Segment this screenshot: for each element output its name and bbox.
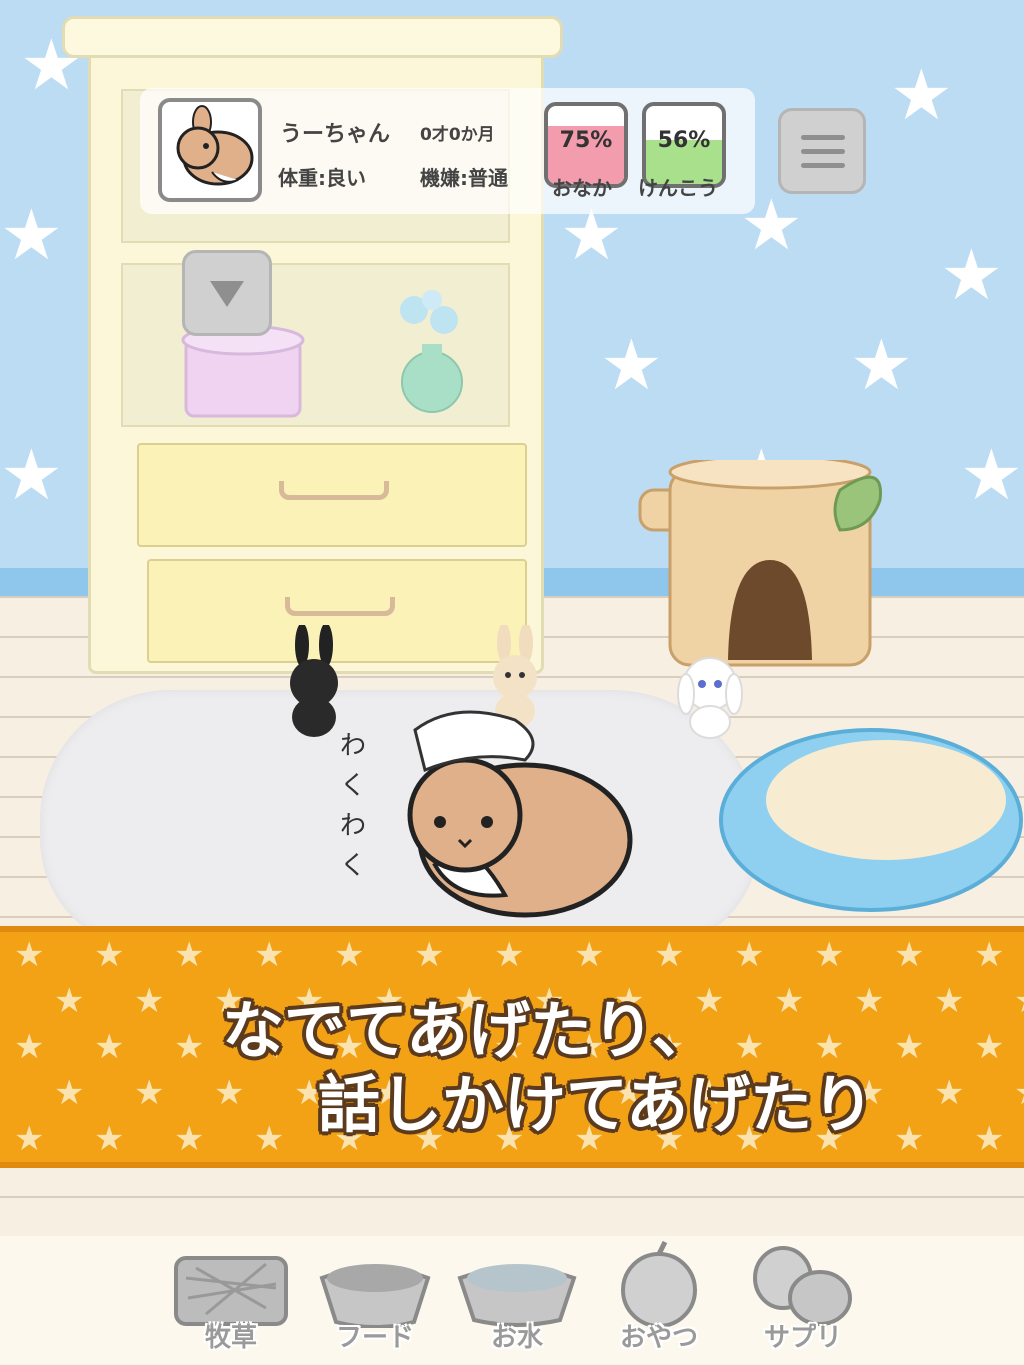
pet-bed[interactable]	[716, 710, 1024, 920]
health-percent: 56%	[657, 128, 711, 153]
scroll-down-button[interactable]	[182, 250, 272, 336]
banner-star: ★	[94, 1027, 125, 1067]
star-decoration: ★	[960, 434, 1023, 516]
banner-star: ★	[934, 1073, 965, 1113]
hay-icon	[174, 1256, 288, 1326]
pet-weight: 体重:良い	[278, 166, 366, 190]
banner-star: ★	[974, 935, 1005, 975]
banner-star: ★	[214, 1073, 245, 1113]
banner-star: ★	[894, 1119, 925, 1159]
banner-star: ★	[14, 1027, 45, 1067]
banner-star: ★	[134, 981, 165, 1021]
tool-treat-label: おやつ	[619, 1323, 698, 1353]
health-label: けんこう	[638, 176, 718, 200]
banner-star: ★	[974, 1119, 1005, 1159]
triangle-down-icon	[210, 281, 244, 307]
banner-star: ★	[54, 1073, 85, 1113]
tool-hay-label: 牧草	[204, 1323, 257, 1353]
banner-star: ★	[174, 1119, 205, 1159]
banner-star: ★	[854, 981, 885, 1021]
banner-star: ★	[254, 935, 285, 975]
banner-star: ★	[254, 1119, 285, 1159]
rabbit-portrait-icon	[176, 105, 254, 186]
white-bunny-plush[interactable]	[672, 650, 748, 740]
black-bunny-plush[interactable]	[280, 625, 350, 740]
drawer-handle	[279, 481, 389, 500]
menu-button[interactable]	[778, 108, 866, 194]
hunger-percent: 75%	[559, 128, 613, 153]
stump-house[interactable]	[630, 460, 890, 675]
tool-treat[interactable]: おやつ	[594, 1238, 724, 1358]
banner-star: ★	[174, 935, 205, 975]
tool-food[interactable]: フード	[310, 1238, 440, 1358]
water-bowl-icon	[457, 1264, 577, 1327]
tool-food-label: フード	[335, 1323, 414, 1353]
banner-star: ★	[14, 935, 45, 975]
shelf-top-board	[62, 16, 563, 58]
speech-text: わくわく	[339, 731, 366, 881]
banner-star: ★	[1014, 984, 1024, 1018]
star-decoration: ★	[850, 324, 913, 406]
banner-star: ★	[934, 981, 965, 1021]
main-rabbit[interactable]	[395, 690, 635, 925]
banner-star: ★	[14, 1119, 45, 1159]
banner-star: ★	[54, 981, 85, 1021]
food-bowl-icon	[319, 1264, 431, 1329]
pet-name: うーちゃん	[280, 122, 391, 147]
star-decoration: ★	[0, 194, 63, 276]
hunger-label: おなか	[552, 176, 612, 200]
tool-water-label: お水	[490, 1323, 543, 1353]
banner-star: ★	[334, 935, 365, 975]
flower-vase	[400, 290, 463, 413]
star-decoration: ★	[600, 324, 663, 406]
banner-star: ★	[94, 1119, 125, 1159]
banner-line-2: 話しかけてあげたり	[318, 1068, 875, 1141]
promo-banner: ★ ★ ★ ★ ★ ★ ★ ★ ★ ★ ★ ★ ★ ★ ★ ★ ★ ★ ★ ★ ★ ★ ★ ★ ★ ★ ★ ★ ★ ★ ★ ★ ★ ★ ★ ★ ★ ★ ★ ★…	[0, 926, 1024, 1168]
star-decoration: ★	[940, 234, 1003, 316]
banner-star: ★	[574, 935, 605, 975]
banner-star: ★	[134, 1073, 165, 1113]
banner-star: ★	[414, 935, 445, 975]
tool-supplement-label: サプリ	[763, 1323, 842, 1353]
supplement-icon	[753, 1246, 852, 1326]
banner-star: ★	[814, 935, 845, 975]
banner-star: ★	[974, 1027, 1005, 1067]
pet-mood: 機嫌:普通	[420, 166, 508, 190]
banner-star: ★	[494, 935, 525, 975]
tool-supplement[interactable]: サプリ	[738, 1238, 868, 1358]
tool-hay[interactable]: 牧草	[166, 1238, 296, 1358]
banner-star: ★	[1014, 1076, 1024, 1110]
drawer-handle	[285, 597, 395, 616]
star-decoration: ★	[0, 434, 63, 516]
pet-avatar[interactable]	[158, 98, 262, 202]
banner-star: ★	[894, 1027, 925, 1067]
apple-icon	[621, 1240, 697, 1328]
banner-star: ★	[894, 935, 925, 975]
banner-star: ★	[654, 935, 685, 975]
banner-star: ★	[94, 935, 125, 975]
drawer-top[interactable]	[137, 443, 527, 547]
star-decoration: ★	[890, 54, 953, 136]
pet-age: 0才0か月	[420, 125, 495, 145]
banner-star: ★	[734, 935, 765, 975]
banner-star: ★	[174, 1027, 205, 1067]
banner-star: ★	[774, 981, 805, 1021]
tool-water[interactable]: お水	[452, 1238, 582, 1358]
